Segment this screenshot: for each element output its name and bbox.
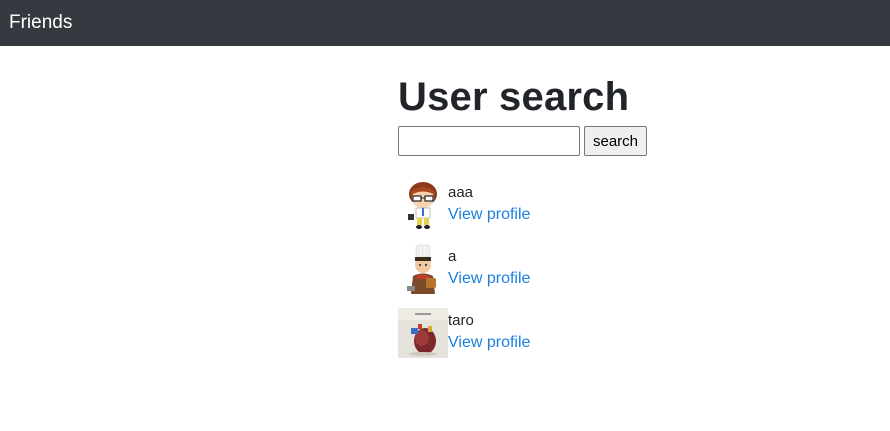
- view-profile-link[interactable]: View profile: [448, 332, 530, 354]
- list-item: a View profile: [398, 244, 818, 308]
- chef-avatar: [398, 244, 448, 294]
- user-list: aaa View profile a View profile taro Vie…: [398, 180, 818, 372]
- list-item: aaa View profile: [398, 180, 818, 244]
- user-name: a: [448, 248, 457, 265]
- navbar-brand[interactable]: Friends: [9, 13, 72, 32]
- list-item: taro View profile: [398, 308, 818, 372]
- user-info: taro View profile: [448, 308, 530, 354]
- page-title: User search: [398, 75, 630, 119]
- search-form: search: [398, 126, 818, 156]
- view-profile-link[interactable]: View profile: [448, 204, 530, 226]
- search-input[interactable]: [398, 126, 580, 156]
- user-info: a View profile: [448, 244, 530, 290]
- main-content: User search search aaa View profile a Vi…: [398, 73, 818, 372]
- view-profile-link[interactable]: View profile: [448, 268, 530, 290]
- cartoon-boy-glasses-avatar: [398, 180, 448, 230]
- navbar: Friends: [0, 0, 890, 46]
- photo-avatar: [398, 308, 448, 358]
- user-name: taro: [448, 312, 474, 329]
- user-name: aaa: [448, 184, 474, 201]
- search-button[interactable]: search: [584, 126, 648, 156]
- user-info: aaa View profile: [448, 180, 530, 226]
